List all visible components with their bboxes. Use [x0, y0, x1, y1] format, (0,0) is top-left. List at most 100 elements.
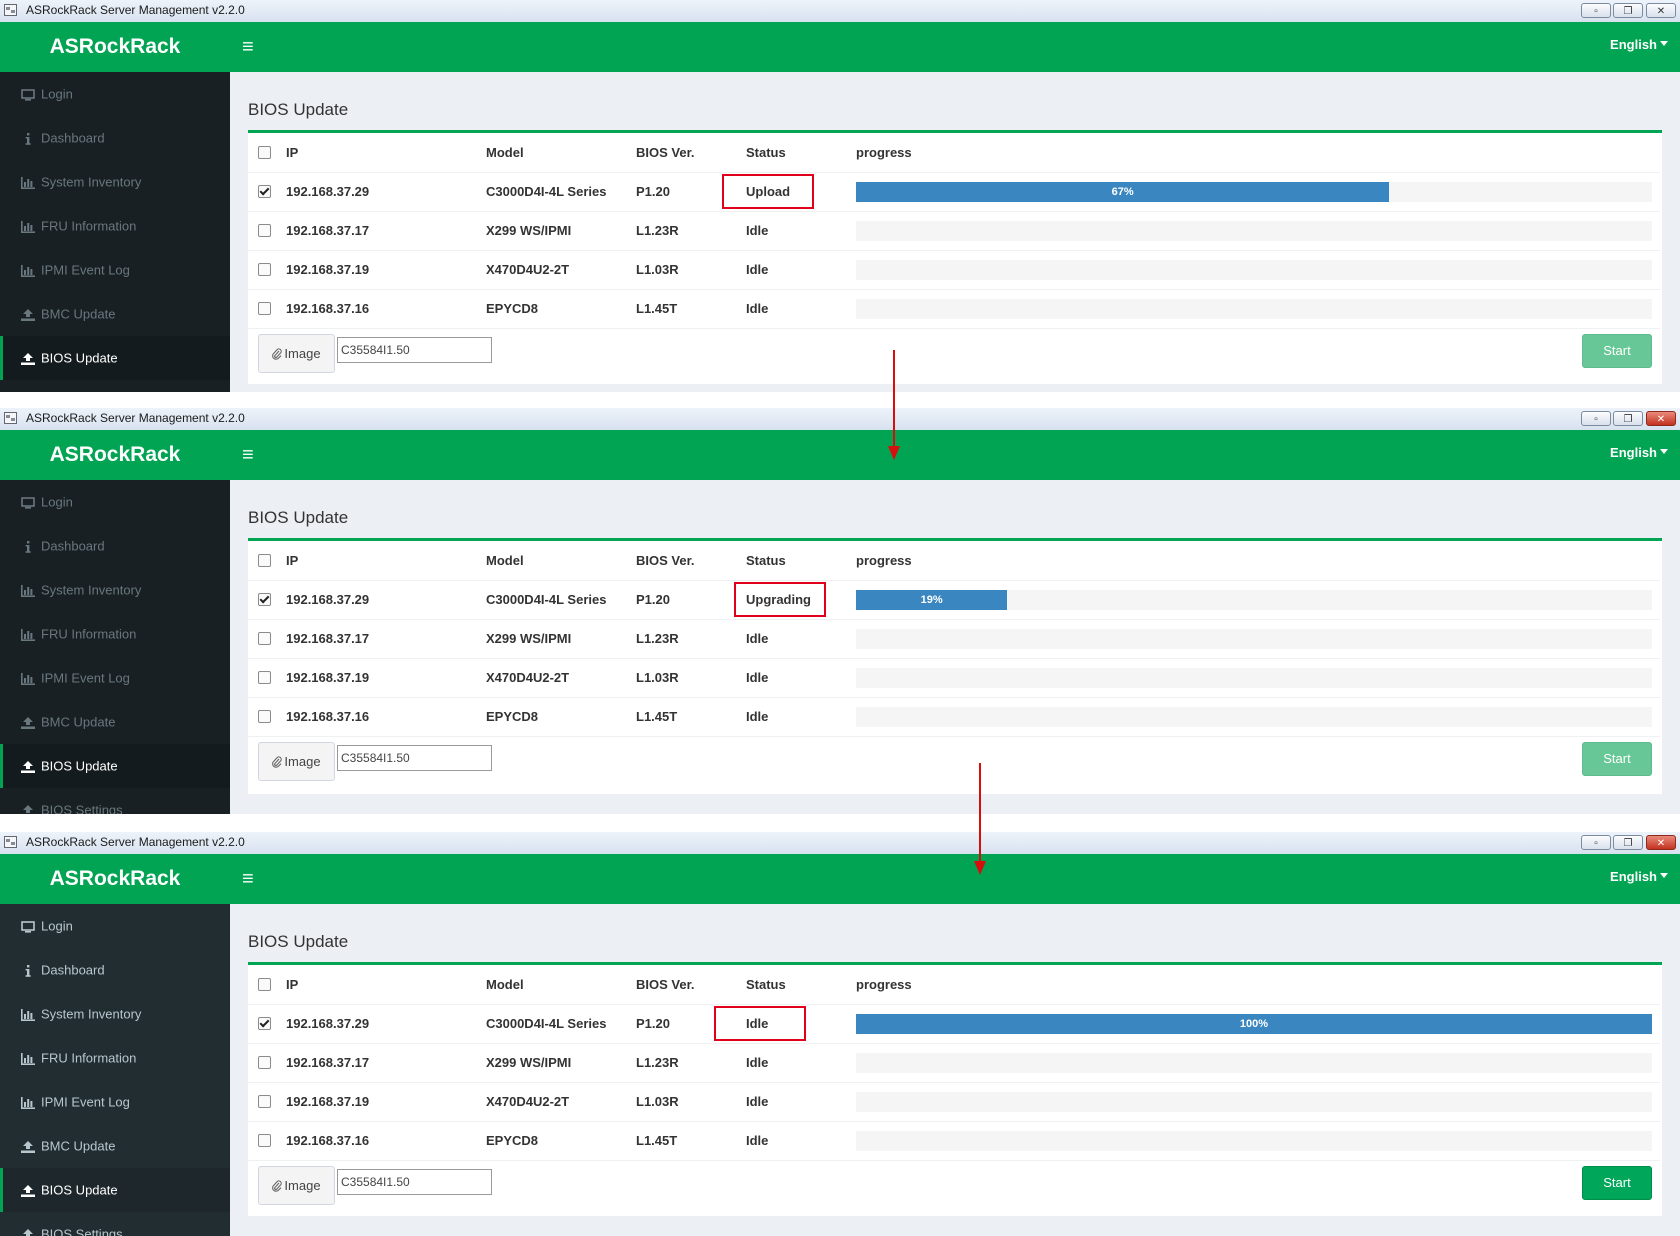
sidebar-item-login[interactable]: Login: [0, 72, 230, 116]
caret-down-icon: [1660, 449, 1668, 454]
sidebar-item-dashboard[interactable]: Dashboard: [0, 524, 230, 568]
sidebar: Login Dashboard System Inventory FRU Inf…: [0, 480, 230, 814]
start-button[interactable]: Start: [1582, 334, 1652, 368]
sidebar-item-bios-update[interactable]: BIOS Update: [0, 1168, 230, 1212]
sidebar-item-fru-information[interactable]: FRU Information: [0, 204, 230, 248]
brand-logo[interactable]: ASRockRack: [0, 430, 230, 480]
image-file-input[interactable]: [337, 337, 492, 363]
restore-button[interactable]: ❐: [1613, 411, 1643, 426]
start-button[interactable]: Start: [1582, 1166, 1652, 1200]
sidebar-item-dashboard[interactable]: Dashboard: [0, 116, 230, 160]
row-checkbox[interactable]: [258, 185, 271, 198]
minimize-button[interactable]: ▫: [1581, 411, 1611, 426]
app-icon: [4, 836, 17, 848]
table-row[interactable]: 192.168.37.16 EPYCD8 L1.45T Idle: [248, 1121, 1660, 1161]
table-row[interactable]: 192.168.37.29 C3000D4I-4L Series P1.20 U…: [248, 172, 1660, 212]
hamburger-menu-icon[interactable]: ≡: [242, 35, 260, 59]
row-checkbox[interactable]: [258, 1056, 271, 1069]
sidebar-item-system-inventory[interactable]: System Inventory: [0, 568, 230, 612]
image-file-input[interactable]: [337, 745, 492, 771]
model-cell: X299 WS/IPMI: [486, 619, 636, 659]
row-checkbox[interactable]: [258, 632, 271, 645]
start-button[interactable]: Start: [1582, 742, 1652, 776]
language-dropdown[interactable]: English: [1610, 445, 1668, 460]
close-button[interactable]: ✕: [1646, 411, 1676, 426]
row-checkbox[interactable]: [258, 224, 271, 237]
table-row[interactable]: 192.168.37.19 X470D4U2-2T L1.03R Idle: [248, 1082, 1660, 1122]
minimize-button[interactable]: ▫: [1581, 3, 1611, 18]
status-highlight-box: [714, 1005, 806, 1041]
info-icon: [20, 540, 36, 553]
select-all-checkbox[interactable]: [258, 553, 271, 567]
sidebar-item-bios-update[interactable]: BIOS Update: [0, 744, 230, 788]
ip-cell: 192.168.37.16: [286, 697, 486, 737]
sidebar-item-login[interactable]: Login: [0, 480, 230, 524]
bios-version-cell: L1.45T: [636, 1121, 746, 1161]
language-dropdown[interactable]: English: [1610, 869, 1668, 884]
row-checkbox[interactable]: [258, 1095, 271, 1108]
minimize-button[interactable]: ▫: [1581, 835, 1611, 850]
upload-icon: [20, 308, 36, 321]
row-checkbox[interactable]: [258, 1017, 271, 1030]
sidebar-item-bios-settings[interactable]: BIOS Settings: [0, 1212, 230, 1236]
sidebar-item-dashboard[interactable]: Dashboard: [0, 948, 230, 992]
sidebar-item-fru-information[interactable]: FRU Information: [0, 1036, 230, 1080]
image-file-input[interactable]: [337, 1169, 492, 1195]
table-row[interactable]: 192.168.37.19 X470D4U2-2T L1.03R Idle: [248, 250, 1660, 290]
table-row[interactable]: 192.168.37.29 C3000D4I-4L Series P1.20 I…: [248, 1004, 1660, 1044]
close-button[interactable]: ✕: [1646, 3, 1676, 18]
row-checkbox[interactable]: [258, 302, 271, 315]
sidebar-item-label: Login: [41, 494, 73, 510]
sidebar: Login Dashboard System Inventory FRU Inf…: [0, 904, 230, 1236]
table-header-row: IP Model BIOS Ver. Status progress: [248, 541, 1660, 581]
status-text: Idle: [746, 631, 769, 646]
progress-cell: [856, 289, 1660, 329]
sidebar-item-system-inventory[interactable]: System Inventory: [0, 992, 230, 1036]
table-row[interactable]: 192.168.37.17 X299 WS/IPMI L1.23R Idle: [248, 1043, 1660, 1083]
progress-track: 100%: [856, 1013, 1652, 1034]
image-button[interactable]: Image: [258, 334, 335, 373]
table-row[interactable]: 192.168.37.16 EPYCD8 L1.45T Idle: [248, 697, 1660, 737]
row-checkbox[interactable]: [258, 593, 271, 606]
table-row[interactable]: 192.168.37.29 C3000D4I-4L Series P1.20 U…: [248, 580, 1660, 620]
row-checkbox[interactable]: [258, 263, 271, 276]
row-checkbox-cell: [248, 1082, 286, 1122]
progress-cell: 19%: [856, 580, 1660, 620]
restore-button[interactable]: ❐: [1613, 3, 1643, 18]
sidebar-item-fru-information[interactable]: FRU Information: [0, 612, 230, 656]
sidebar-item-ipmi-event-log[interactable]: IPMI Event Log: [0, 248, 230, 292]
select-all-cell: [248, 965, 286, 1005]
column-header-bios-version: BIOS Ver.: [636, 965, 746, 1005]
model-cell: X470D4U2-2T: [486, 250, 636, 290]
progress-cell: [856, 250, 1660, 290]
brand-logo[interactable]: ASRockRack: [0, 22, 230, 72]
restore-button[interactable]: ❐: [1613, 835, 1643, 850]
language-dropdown[interactable]: English: [1610, 37, 1668, 52]
sidebar-item-ipmi-event-log[interactable]: IPMI Event Log: [0, 656, 230, 700]
sidebar-item-bios-settings[interactable]: BIOS Settings: [0, 788, 230, 814]
brand-logo[interactable]: ASRockRack: [0, 854, 230, 904]
sidebar-item-login[interactable]: Login: [0, 904, 230, 948]
image-button[interactable]: Image: [258, 1166, 335, 1205]
sidebar-item-bmc-update[interactable]: BMC Update: [0, 1124, 230, 1168]
row-checkbox[interactable]: [258, 710, 271, 723]
select-all-checkbox[interactable]: [258, 977, 271, 991]
sidebar-item-ipmi-event-log[interactable]: IPMI Event Log: [0, 1080, 230, 1124]
hamburger-menu-icon[interactable]: ≡: [242, 867, 260, 891]
sidebar-item-system-inventory[interactable]: System Inventory: [0, 160, 230, 204]
sidebar-item-bmc-update[interactable]: BMC Update: [0, 292, 230, 336]
row-checkbox[interactable]: [258, 671, 271, 684]
column-header-bios-version: BIOS Ver.: [636, 541, 746, 581]
hamburger-menu-icon[interactable]: ≡: [242, 443, 260, 467]
language-label: English: [1610, 869, 1657, 884]
close-button[interactable]: ✕: [1646, 835, 1676, 850]
select-all-checkbox[interactable]: [258, 145, 271, 159]
table-row[interactable]: 192.168.37.17 X299 WS/IPMI L1.23R Idle: [248, 619, 1660, 659]
sidebar-item-bios-update[interactable]: BIOS Update: [0, 336, 230, 380]
image-button[interactable]: Image: [258, 742, 335, 781]
row-checkbox[interactable]: [258, 1134, 271, 1147]
table-row[interactable]: 192.168.37.16 EPYCD8 L1.45T Idle: [248, 289, 1660, 329]
table-row[interactable]: 192.168.37.17 X299 WS/IPMI L1.23R Idle: [248, 211, 1660, 251]
sidebar-item-bmc-update[interactable]: BMC Update: [0, 700, 230, 744]
table-row[interactable]: 192.168.37.19 X470D4U2-2T L1.03R Idle: [248, 658, 1660, 698]
